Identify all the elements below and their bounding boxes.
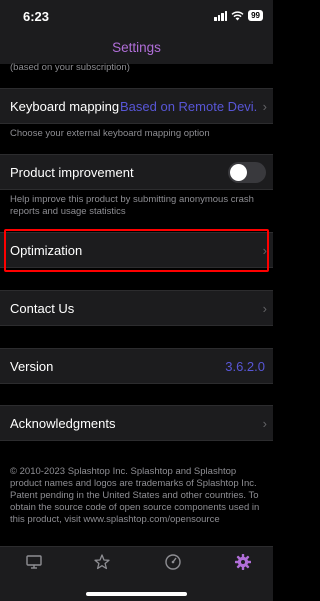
acknowledgments-label: Acknowledgments <box>10 416 116 431</box>
product-improvement-helper: Help improve this product by submitting … <box>10 194 254 217</box>
chevron-right-icon: › <box>262 416 267 431</box>
contact-us-label: Contact Us <box>10 301 75 316</box>
gauge-icon[interactable] <box>164 553 182 571</box>
chevron-right-icon: › <box>262 301 267 316</box>
status-time: 6:23 <box>23 9 50 24</box>
status-bar: 6:23 99 <box>0 0 273 34</box>
chevron-right-icon: › <box>262 99 267 114</box>
home-indicator <box>86 592 187 596</box>
copyright-notice: © 2010-2023 Splashtop Inc. Splashtop and… <box>10 466 260 525</box>
product-improvement-toggle[interactable] <box>228 162 266 183</box>
version-row: Version 3.6.2.0 <box>0 348 273 384</box>
page-title: Settings <box>112 40 161 55</box>
tab-bar <box>0 546 273 601</box>
toggle-knob <box>230 164 247 181</box>
wifi-icon <box>231 10 244 20</box>
status-icons: 99 <box>214 10 263 21</box>
subscription-note: (based on your subscription) <box>10 62 130 73</box>
navigation-bar: Settings <box>0 34 273 64</box>
keyboard-mapping-helper: Choose your external keyboard mapping op… <box>10 128 210 139</box>
product-improvement-row: Product improvement <box>0 154 273 190</box>
keyboard-mapping-label: Keyboard mapping <box>10 99 120 114</box>
version-value: 3.6.2.0 <box>225 359 265 374</box>
keyboard-mapping-row[interactable]: Keyboard mapping Based on Remote Devi...… <box>0 88 273 124</box>
signal-icon <box>214 10 228 21</box>
battery-indicator: 99 <box>248 10 263 21</box>
acknowledgments-row[interactable]: Acknowledgments › <box>0 405 273 441</box>
star-icon[interactable] <box>93 553 111 571</box>
gear-icon[interactable] <box>234 553 252 571</box>
keyboard-mapping-value: Based on Remote Devi... <box>120 99 257 114</box>
contact-us-row[interactable]: Contact Us › <box>0 290 273 326</box>
highlight-box <box>4 229 269 272</box>
version-label: Version <box>10 359 54 374</box>
product-improvement-label: Product improvement <box>10 165 134 180</box>
monitor-icon[interactable] <box>25 553 43 571</box>
